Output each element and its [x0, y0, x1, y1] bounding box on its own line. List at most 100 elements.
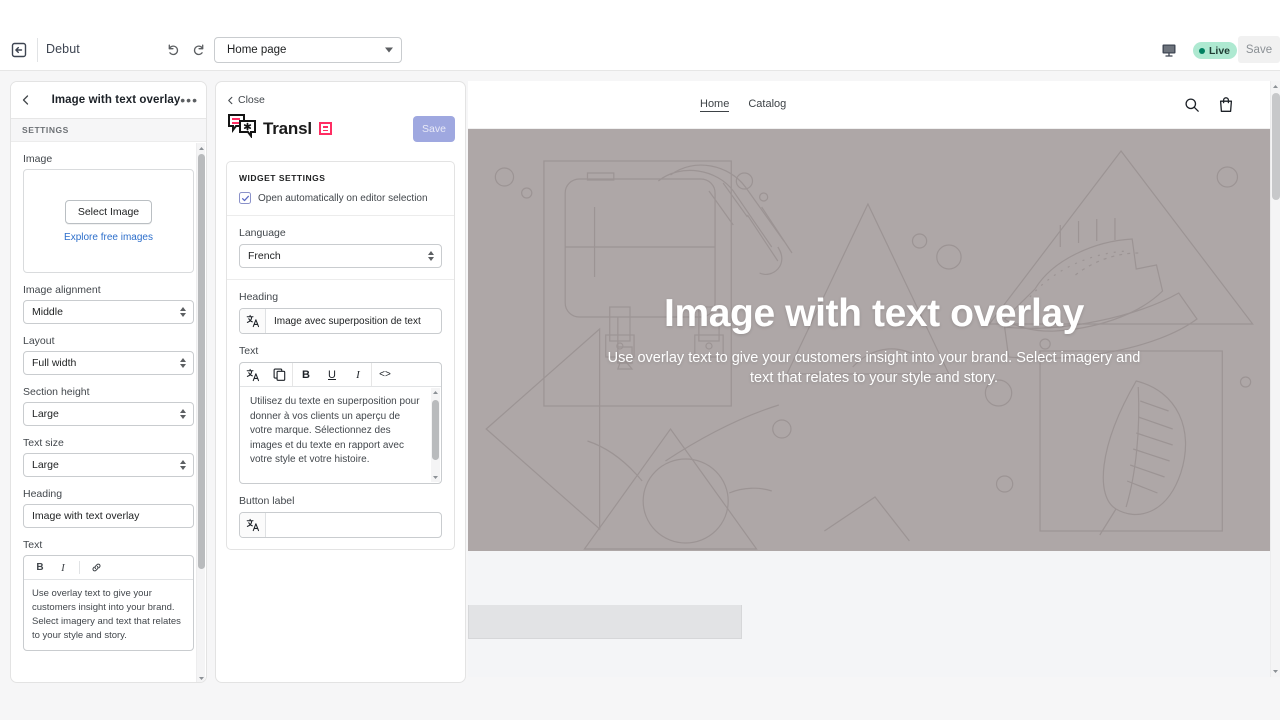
settings-fields: Image Select Image Explore free images I…: [11, 142, 206, 683]
brand-accent-icon: [319, 122, 332, 135]
image-alignment-select[interactable]: Middle: [23, 300, 194, 324]
translation-text-scrollbar[interactable]: [431, 388, 440, 482]
field-layout: Layout Full width: [23, 335, 194, 375]
text-translation-editor[interactable]: B U I <> Utilisez du texte en superposit…: [239, 362, 442, 484]
layout-value: Full width: [32, 357, 76, 369]
translation-widget-panel: Close Transl Save WI: [215, 81, 466, 683]
button-label-value[interactable]: [266, 513, 441, 537]
theme-name: Debut: [46, 42, 80, 56]
open-automatically-checkbox[interactable]: [239, 192, 251, 204]
heading-label: Heading: [23, 488, 194, 500]
save-button[interactable]: Save: [1238, 36, 1280, 63]
hero-heading: Image with text overlay: [468, 291, 1280, 337]
toolbar-group-translate: [240, 363, 292, 386]
scroll-up-icon[interactable]: [432, 389, 439, 396]
bold-icon[interactable]: B: [293, 363, 319, 386]
copy-icon[interactable]: [266, 363, 292, 386]
stepper-icon: [428, 251, 434, 261]
stepper-icon: [180, 307, 186, 317]
below-hero-area: [468, 551, 1280, 676]
heading-input[interactable]: Image with text overlay: [23, 504, 194, 528]
button-label-label: Button label: [239, 495, 442, 507]
scrollbar-thumb[interactable]: [432, 400, 439, 460]
scroll-down-icon[interactable]: [198, 674, 205, 683]
image-dropzone[interactable]: Select Image Explore free images: [23, 169, 194, 273]
widget-settings-section: WIDGET SETTINGS Open automatically on ed…: [227, 162, 454, 215]
language-value: French: [248, 250, 281, 262]
text-editor-content[interactable]: Use overlay text to give your customers …: [24, 580, 193, 650]
redo-icon[interactable]: [190, 41, 207, 63]
editor-workspace: Image with text overlay ••• SETTINGS Ima…: [0, 71, 1280, 720]
text-rich-editor[interactable]: B I Use overlay text to give your custom…: [23, 555, 194, 651]
translate-bubbles-icon: [228, 114, 257, 143]
ellipsis-icon[interactable]: •••: [180, 96, 198, 104]
text-size-value: Large: [32, 459, 59, 471]
language-section: Language French: [227, 215, 454, 279]
close-panel-button[interactable]: Close: [226, 94, 455, 106]
preview-scrollbar[interactable]: [1270, 81, 1280, 677]
field-text-translation: Text: [239, 345, 442, 484]
scroll-down-icon[interactable]: [1272, 668, 1279, 675]
toolbar-group-code: <>: [371, 363, 398, 386]
close-label: Close: [238, 94, 265, 106]
widget-save-button[interactable]: Save: [413, 116, 455, 142]
nav-item-catalog[interactable]: Catalog: [748, 98, 786, 112]
desktop-preview-icon[interactable]: [1161, 42, 1177, 63]
field-section-height: Section height Large: [23, 386, 194, 426]
shopping-bag-icon[interactable]: [1218, 96, 1234, 118]
heading-translation-input[interactable]: Image avec superposition de text: [239, 308, 442, 334]
brand-logo: Transl: [228, 114, 332, 143]
select-image-button[interactable]: Select Image: [65, 200, 152, 224]
undo-icon[interactable]: [165, 41, 182, 63]
stepper-icon: [180, 409, 186, 419]
bold-icon[interactable]: B: [30, 559, 50, 577]
underline-icon[interactable]: U: [319, 363, 345, 386]
scroll-down-icon[interactable]: [432, 474, 439, 481]
scrollbar-thumb[interactable]: [198, 154, 205, 569]
text-translation-content[interactable]: Utilisez du texte en superposition pour …: [240, 387, 441, 483]
chevron-down-icon: [385, 48, 393, 53]
link-icon[interactable]: [86, 559, 106, 577]
widget-settings-title: WIDGET SETTINGS: [239, 173, 442, 183]
hero-text: Image with text overlay Use overlay text…: [468, 291, 1280, 388]
text-size-select[interactable]: Large: [23, 453, 194, 477]
translate-icon[interactable]: [240, 513, 266, 537]
open-automatically-label: Open automatically on editor selection: [258, 193, 428, 204]
hero-section[interactable]: Image with text overlay Use overlay text…: [468, 129, 1280, 551]
text-translation-value: Utilisez du texte en superposition pour …: [250, 396, 420, 465]
field-image-alignment: Image alignment Middle: [23, 284, 194, 324]
code-icon[interactable]: <>: [372, 363, 398, 386]
open-automatically-row[interactable]: Open automatically on editor selection: [239, 192, 442, 204]
stepper-icon: [180, 460, 186, 470]
scroll-up-icon[interactable]: [198, 144, 205, 153]
italic-icon[interactable]: I: [345, 363, 371, 386]
button-label-input[interactable]: [239, 512, 442, 538]
topbar-divider: [37, 38, 38, 62]
scrollbar-thumb[interactable]: [1272, 93, 1280, 200]
exit-editor-icon[interactable]: [8, 39, 30, 61]
store-preview: Home Catalog: [468, 81, 1280, 677]
translate-icon[interactable]: [240, 309, 266, 333]
explore-free-images-link[interactable]: Explore free images: [64, 232, 153, 243]
live-status-badge: Live: [1193, 42, 1237, 59]
translate-icon[interactable]: [240, 363, 266, 386]
scroll-up-icon[interactable]: [1272, 83, 1279, 90]
search-icon[interactable]: [1184, 97, 1200, 118]
italic-icon[interactable]: I: [53, 559, 73, 577]
settings-group-label: SETTINGS: [11, 119, 206, 142]
language-select[interactable]: French: [239, 244, 442, 268]
field-text: Text B I Use overlay text to giv: [23, 539, 194, 651]
image-label: Image: [23, 153, 194, 165]
toolbar-group-format: B U I: [292, 363, 371, 386]
live-label: Live: [1209, 45, 1230, 57]
chevron-left-icon[interactable]: [20, 94, 34, 106]
section-height-select[interactable]: Large: [23, 402, 194, 426]
page-select[interactable]: Home page: [214, 37, 402, 63]
text-translation-label: Text: [239, 345, 442, 357]
nav-item-home[interactable]: Home: [700, 98, 729, 112]
settings-panel-scrollbar[interactable]: [196, 143, 205, 683]
heading-translation-value[interactable]: Image avec superposition de text: [266, 309, 441, 333]
translation-fields-section: Heading Image avec superposition de text…: [227, 279, 454, 549]
page-select-value: Home page: [227, 44, 286, 56]
layout-select[interactable]: Full width: [23, 351, 194, 375]
